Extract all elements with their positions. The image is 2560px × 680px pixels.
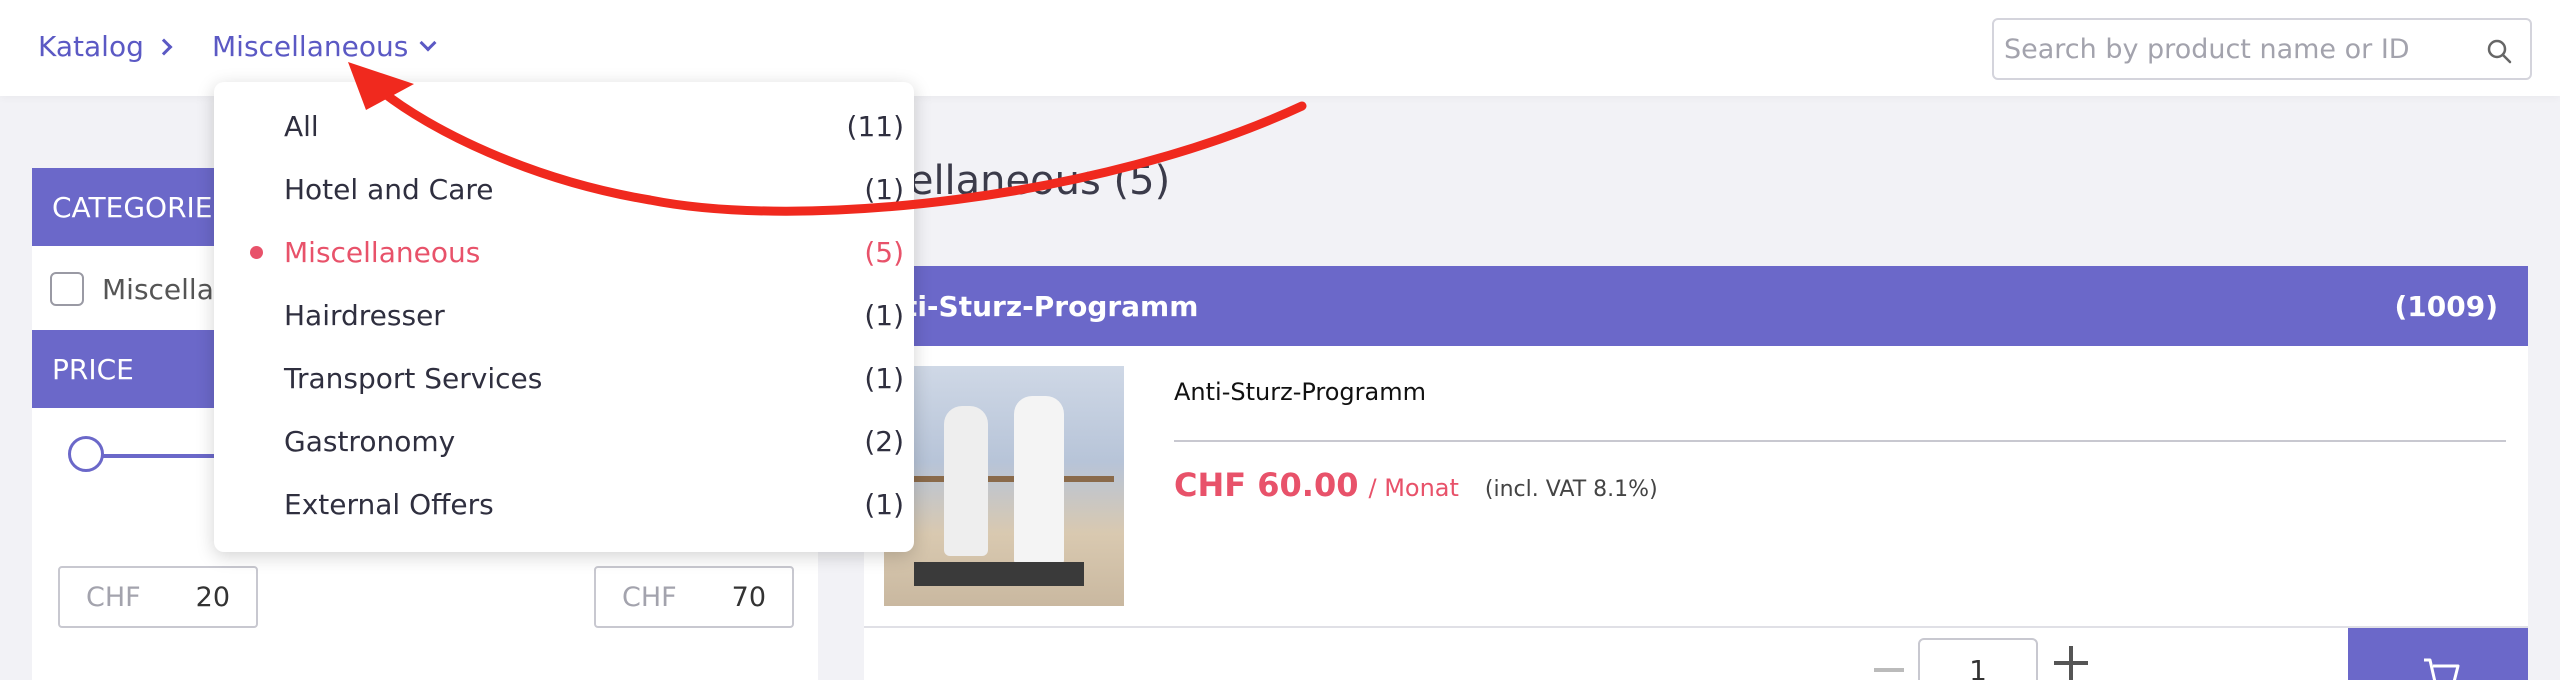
- dropdown-item-all[interactable]: All (11): [214, 96, 914, 156]
- dropdown-item-transport-services[interactable]: Transport Services (1): [214, 348, 914, 408]
- price-amount: CHF 60.00: [1174, 466, 1359, 504]
- bar: [904, 476, 1114, 482]
- product-card-header[interactable]: nti-Sturz-Programm (1009): [864, 266, 2528, 346]
- dropdown-item-miscellaneous[interactable]: Miscellaneous (5): [214, 222, 914, 282]
- dropdown-item-label[interactable]: Miscellaneous: [284, 236, 480, 269]
- price-max-field[interactable]: CHF 70: [594, 566, 794, 628]
- divider: [864, 626, 2528, 628]
- product-header-id: (1009): [2394, 289, 2498, 323]
- product-image[interactable]: [884, 366, 1124, 606]
- dropdown-item-label[interactable]: Hairdresser: [284, 299, 445, 332]
- dropdown-item-label[interactable]: Transport Services: [284, 362, 542, 395]
- quantity-increase-button[interactable]: [2054, 646, 2088, 680]
- add-to-cart-button[interactable]: [2348, 628, 2528, 680]
- dropdown-item-gastronomy[interactable]: Gastronomy (2): [214, 411, 914, 471]
- dropdown-item-count: (1): [864, 487, 904, 521]
- breadcrumb-katalog[interactable]: Katalog: [38, 30, 173, 63]
- price-vat: (incl. VAT 8.1%): [1484, 477, 1658, 502]
- price-unit: / Monat: [1368, 474, 1459, 502]
- price-slider-min-handle[interactable]: [68, 436, 104, 472]
- dropdown-item-label[interactable]: All: [284, 110, 319, 143]
- dropdown-item-external-offers[interactable]: External Offers (1): [214, 474, 914, 534]
- price-max-value[interactable]: 70: [732, 582, 766, 613]
- chevron-right-icon: [155, 38, 173, 55]
- dropdown-item-count: (1): [864, 298, 904, 332]
- dropdown-item-label[interactable]: Hotel and Care: [284, 173, 493, 206]
- divider: [1174, 440, 2506, 442]
- quantity-input[interactable]: 1: [1918, 638, 2038, 680]
- category-dropdown-menu: All (11) Hotel and Care (1) Miscellaneou…: [214, 82, 914, 552]
- dropdown-item-hairdresser[interactable]: Hairdresser (1): [214, 285, 914, 345]
- fig1: [944, 406, 988, 556]
- product-header-name[interactable]: nti-Sturz-Programm: [884, 290, 1198, 323]
- dropdown-item-count: (1): [864, 172, 904, 206]
- category-filter-item[interactable]: Miscellar: [50, 272, 225, 306]
- breadcrumb-current-label[interactable]: Miscellaneous: [212, 30, 408, 63]
- category-dropdown-toggle[interactable]: Miscellaneous: [212, 30, 437, 63]
- dropdown-item-count: (5): [864, 235, 904, 269]
- price-max-currency: CHF: [622, 581, 677, 613]
- price-min-currency: CHF: [86, 581, 141, 613]
- dropdown-item-label[interactable]: Gastronomy: [284, 425, 455, 458]
- category-checkbox[interactable]: [50, 272, 84, 306]
- active-dot-icon: [250, 246, 263, 259]
- fig2: [1014, 396, 1064, 566]
- price-min-value[interactable]: 20: [196, 582, 230, 613]
- category-filter-label[interactable]: Miscellar: [102, 273, 225, 306]
- product-card: nti-Sturz-Programm (1009) Anti-Sturz-Pro…: [864, 266, 2528, 680]
- product-name[interactable]: Anti-Sturz-Programm: [1174, 378, 1426, 406]
- dropdown-item-label[interactable]: External Offers: [284, 488, 494, 521]
- search-input[interactable]: [2004, 28, 2464, 70]
- breadcrumb-katalog-label[interactable]: Katalog: [38, 30, 144, 63]
- dropdown-item-count: (2): [864, 424, 904, 458]
- price-min-field[interactable]: CHF 20: [58, 566, 258, 628]
- search-box[interactable]: [1992, 18, 2532, 80]
- dropdown-item-count: (1): [864, 361, 904, 395]
- chevron-down-icon[interactable]: [419, 34, 437, 51]
- cart-icon: [2424, 658, 2460, 680]
- dropdown-item-count: (11): [846, 109, 904, 143]
- mat: [914, 562, 1084, 586]
- quantity-decrease-button[interactable]: [1874, 668, 1904, 672]
- search-icon[interactable]: [2486, 38, 2512, 64]
- dropdown-item-hotel-and-care[interactable]: Hotel and Care (1): [214, 159, 914, 219]
- product-price: CHF 60.00 / Monat (incl. VAT 8.1%): [1174, 466, 1658, 504]
